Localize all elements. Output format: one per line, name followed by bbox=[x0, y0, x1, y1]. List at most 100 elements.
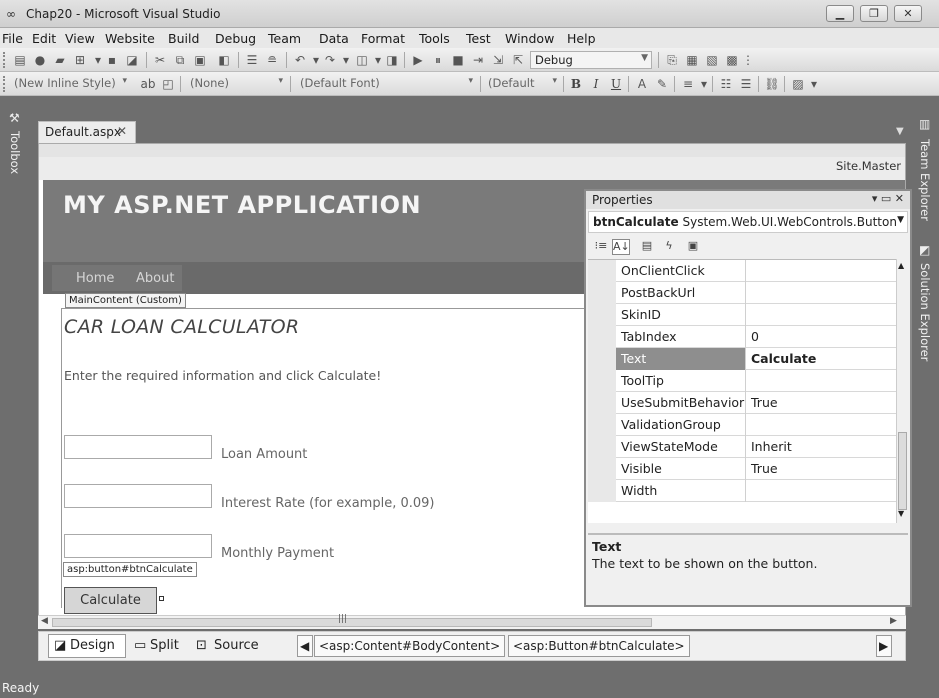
step-into-icon[interactable]: ⇲ bbox=[490, 52, 506, 68]
underline-button[interactable]: U bbox=[608, 76, 624, 92]
property-row[interactable]: PostBackUrl bbox=[588, 282, 896, 304]
property-pages-icon[interactable]: ▣ bbox=[684, 239, 702, 255]
breadcrumb-content[interactable]: <asp:Content#BodyContent> bbox=[314, 635, 506, 657]
restore-button[interactable]: ❐ bbox=[860, 5, 888, 22]
menu-file[interactable]: File bbox=[2, 31, 23, 46]
bold-button[interactable]: B bbox=[568, 76, 584, 92]
breadcrumb-button[interactable]: <asp:Button#btnCalculate> bbox=[508, 635, 690, 657]
property-value[interactable]: Calculate bbox=[746, 348, 896, 370]
toolbox-tab[interactable]: Toolbox bbox=[8, 131, 22, 174]
solution-explorer-icon[interactable]: ▦ bbox=[684, 52, 700, 68]
split-view-button[interactable]: Split bbox=[150, 638, 179, 653]
menu-edit[interactable]: Edit bbox=[32, 31, 56, 46]
scroll-left-icon[interactable]: ◀ bbox=[41, 616, 48, 626]
property-value[interactable] bbox=[746, 414, 896, 436]
save-icon[interactable]: ▪ bbox=[104, 52, 120, 68]
show-next-statement-icon[interactable]: ⇥ bbox=[470, 52, 486, 68]
property-value[interactable] bbox=[746, 370, 896, 392]
property-value[interactable]: True bbox=[746, 392, 896, 414]
property-value[interactable] bbox=[746, 480, 896, 502]
property-row[interactable]: Width bbox=[588, 480, 896, 502]
align-icon[interactable]: ≡ bbox=[680, 76, 696, 92]
solution-explorer-icon[interactable]: ◩ bbox=[919, 243, 930, 257]
font-color-icon[interactable]: A bbox=[634, 76, 650, 92]
comment-icon[interactable]: ☰ bbox=[244, 52, 260, 68]
menu-data[interactable]: Data bbox=[319, 31, 349, 46]
scrollbar-thumb[interactable] bbox=[52, 618, 652, 627]
crumb-forward-icon[interactable]: ▶ bbox=[876, 635, 892, 657]
properties-window-icon[interactable]: ▧ bbox=[704, 52, 720, 68]
menu-website[interactable]: Website bbox=[105, 31, 155, 46]
property-value[interactable]: True bbox=[746, 458, 896, 480]
apply-style-icon[interactable]: ab bbox=[140, 76, 156, 92]
menu-debug[interactable]: Debug bbox=[215, 31, 256, 46]
object-selector[interactable]: btnCalculate System.Web.UI.WebControls.B… bbox=[588, 211, 908, 233]
navigate-forward-icon[interactable]: ◨ bbox=[384, 52, 400, 68]
object-browser-icon[interactable]: ▩ bbox=[724, 52, 740, 68]
solution-configuration-combo[interactable]: Debug ▼ bbox=[530, 51, 652, 69]
alphabetical-icon[interactable]: A↓ bbox=[612, 239, 630, 255]
property-row[interactable]: SkinID bbox=[588, 304, 896, 326]
toolbar-grip[interactable] bbox=[3, 76, 6, 92]
open-file-icon[interactable]: ▰ bbox=[52, 52, 68, 68]
loan-amount-textbox[interactable] bbox=[64, 435, 212, 459]
interest-rate-textbox[interactable] bbox=[64, 484, 212, 508]
italic-button[interactable]: I bbox=[588, 76, 604, 92]
resize-handle[interactable] bbox=[159, 596, 164, 601]
minimize-button[interactable]: ▁ bbox=[826, 5, 854, 22]
close-button[interactable]: ✕ bbox=[894, 5, 922, 22]
bulleted-list-icon[interactable]: ☰ bbox=[738, 76, 754, 92]
find-icon[interactable]: ◧ bbox=[216, 52, 232, 68]
highlight-icon[interactable]: ✎ bbox=[654, 76, 670, 92]
site-master-label[interactable]: Site.Master bbox=[836, 159, 901, 173]
toolbox-icon[interactable]: ⚒ bbox=[9, 111, 20, 125]
font-combo[interactable]: (Default Font) ▾ bbox=[296, 75, 476, 93]
hyperlink-icon[interactable]: ⛓ bbox=[764, 76, 780, 92]
stop-icon[interactable]: ■ bbox=[450, 52, 466, 68]
align-dropdown-icon[interactable]: ▾ bbox=[696, 76, 712, 92]
block-format-combo[interactable]: (None) ▾ bbox=[186, 75, 286, 93]
menu-test[interactable]: Test bbox=[466, 31, 491, 46]
team-explorer-tab[interactable]: Team Explorer bbox=[918, 139, 932, 221]
manage-styles-icon[interactable]: ◰ bbox=[160, 76, 176, 92]
redo-dropdown-icon[interactable]: ▾ bbox=[338, 52, 354, 68]
paste-icon[interactable]: ▣ bbox=[192, 52, 208, 68]
menu-team[interactable]: Team bbox=[268, 31, 301, 46]
property-row[interactable]: ToolTip bbox=[588, 370, 896, 392]
scroll-up-icon[interactable]: ▲ bbox=[898, 261, 904, 270]
cut-icon[interactable]: ✂ bbox=[152, 52, 168, 68]
property-value[interactable] bbox=[746, 282, 896, 304]
property-row[interactable]: Visible True bbox=[588, 458, 896, 480]
toolbar-grip[interactable] bbox=[3, 52, 6, 68]
property-value[interactable] bbox=[746, 304, 896, 326]
horizontal-scrollbar[interactable]: ◀ ||| ▶ bbox=[38, 614, 906, 629]
uncomment-icon[interactable]: ≘ bbox=[264, 52, 280, 68]
property-value[interactable]: 0 bbox=[746, 326, 896, 348]
start-debugging-icon[interactable]: ▶ bbox=[410, 52, 426, 68]
source-view-button[interactable]: Source bbox=[214, 638, 259, 653]
scroll-right-icon[interactable]: ▶ bbox=[890, 616, 897, 626]
property-value[interactable]: Inherit bbox=[746, 436, 896, 458]
events-icon[interactable]: ϟ bbox=[660, 239, 678, 255]
nav-about[interactable]: About bbox=[136, 271, 174, 286]
scrollbar-thumb[interactable] bbox=[898, 432, 907, 510]
property-row[interactable]: ValidationGroup bbox=[588, 414, 896, 436]
menu-tools[interactable]: Tools bbox=[419, 31, 450, 46]
close-tab-icon[interactable]: ✕ bbox=[117, 124, 127, 138]
style-combo[interactable]: (New Inline Style) ▾ bbox=[10, 75, 130, 93]
toolbar-options-icon[interactable]: ▾ bbox=[806, 76, 822, 92]
tab-dropdown-icon[interactable]: ▼ bbox=[896, 126, 904, 137]
properties-icon[interactable]: ▤ bbox=[638, 239, 656, 255]
find-in-files-icon[interactable]: ⎘ bbox=[664, 52, 680, 68]
step-over-icon[interactable]: ⇱ bbox=[510, 52, 526, 68]
navigate-back-icon[interactable]: ◫ bbox=[354, 52, 370, 68]
monthly-payment-textbox[interactable] bbox=[64, 534, 212, 558]
new-project-icon[interactable]: ▤ bbox=[12, 52, 28, 68]
property-row[interactable]: UseSubmitBehavior True bbox=[588, 392, 896, 414]
numbered-list-icon[interactable]: ☷ bbox=[718, 76, 734, 92]
menu-help[interactable]: Help bbox=[567, 31, 596, 46]
property-row-selected[interactable]: Text Calculate bbox=[588, 348, 896, 370]
save-all-icon[interactable]: ◪ bbox=[124, 52, 140, 68]
property-row[interactable]: ViewStateMode Inherit bbox=[588, 436, 896, 458]
property-grid-scrollbar[interactable]: ▲ ▼ bbox=[896, 259, 908, 523]
